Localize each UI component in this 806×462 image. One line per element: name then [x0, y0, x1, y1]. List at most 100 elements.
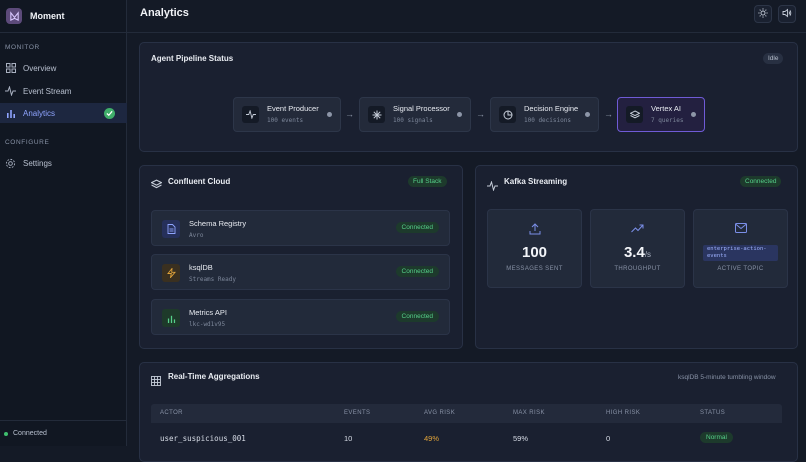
- logo-icon: [6, 8, 22, 24]
- service-sub: lkc-wd1v95: [189, 321, 226, 328]
- bolt-icon: [162, 264, 180, 282]
- stat-label: THROUGHPUT: [614, 266, 661, 272]
- sidebar: Moment MONITOR Overview Event Stream Ana…: [0, 0, 127, 446]
- upload-icon: [488, 223, 581, 235]
- cell-max-risk: 59%: [513, 434, 529, 443]
- node-status-dot: [457, 112, 462, 117]
- pipeline-arrow-icon: →: [476, 109, 485, 119]
- layers-icon: [150, 177, 163, 195]
- theme-toggle-button[interactable]: [754, 5, 772, 23]
- node-title: Decision Engine: [524, 104, 579, 113]
- mail-icon: [694, 223, 787, 233]
- stat-value: 100: [521, 244, 548, 261]
- cell-avg-risk: 49%: [424, 434, 440, 443]
- column-header[interactable]: AVG RISK: [424, 410, 455, 416]
- sun-icon: [758, 5, 768, 23]
- cell-high-risk: 0: [606, 434, 611, 443]
- kafka-badge: Connected: [740, 176, 782, 187]
- header: Analytics: [127, 0, 806, 33]
- column-header[interactable]: HIGH RISK: [606, 410, 640, 416]
- stat-label: ACTIVE TOPIC: [717, 266, 764, 272]
- table-header: ACTOR EVENTS AVG RISK MAX RISK HIGH RISK…: [151, 404, 782, 423]
- service-row-schema-registry[interactable]: Schema Registry Avro Connected: [151, 210, 450, 246]
- section-label-monitor: MONITOR: [5, 44, 40, 51]
- service-status-badge: Connected: [395, 222, 439, 233]
- sound-toggle-button[interactable]: [778, 5, 796, 23]
- table-icon: [151, 373, 161, 391]
- service-name: Metrics API: [189, 308, 227, 317]
- grid-icon: [5, 63, 16, 74]
- column-header[interactable]: ACTOR: [160, 410, 183, 416]
- sidebar-item-label: Event Stream: [23, 86, 72, 96]
- sparkle-icon: [368, 106, 385, 123]
- sidebar-item-overview[interactable]: Overview: [0, 58, 127, 78]
- column-header[interactable]: EVENTS: [344, 410, 370, 416]
- status-dot-icon: [4, 431, 8, 436]
- cell-actor: user_suspicious_001: [160, 434, 246, 443]
- pipeline-node-decision-engine[interactable]: Decision Engine 100 decisions: [490, 97, 599, 132]
- bar-chart-icon: [5, 108, 16, 119]
- stat-unit: /s: [644, 250, 652, 259]
- service-row-ksqldb[interactable]: ksqlDB Streams Ready Connected: [151, 254, 450, 290]
- sidebar-item-label: Overview: [23, 63, 57, 73]
- node-subtitle: 7 queries: [651, 117, 684, 124]
- pie-icon: [499, 106, 516, 123]
- status-badge: Normal: [700, 432, 733, 443]
- stat-value: 3.4/s: [623, 244, 652, 261]
- pipeline-node-signal-processor[interactable]: Signal Processor 100 signals: [359, 97, 471, 132]
- speaker-icon: [782, 5, 792, 23]
- pipeline-node-vertex-ai[interactable]: Vertex AI 7 queries: [617, 97, 705, 132]
- column-header[interactable]: STATUS: [700, 410, 725, 416]
- stat-label: MESSAGES SENT: [506, 266, 563, 272]
- node-status-dot: [585, 112, 590, 117]
- layers-icon: [626, 106, 643, 123]
- sidebar-item-label: Settings: [23, 158, 52, 168]
- service-row-metrics-api[interactable]: Metrics API lkc-wd1v95 Connected: [151, 299, 450, 335]
- activity-icon: [5, 86, 16, 97]
- pipeline-title: Agent Pipeline Status: [151, 54, 234, 63]
- activity-icon: [487, 178, 498, 196]
- bar-chart-icon: [162, 309, 180, 327]
- sidebar-item-settings[interactable]: Settings: [0, 153, 127, 173]
- aggregations-title: Real-Time Aggregations: [168, 372, 260, 381]
- active-topic-value: enterprise-action-events: [703, 245, 778, 261]
- activity-icon: [242, 106, 259, 123]
- pipeline-arrow-icon: →: [604, 109, 613, 119]
- node-status-dot: [327, 112, 332, 117]
- pipeline-status-badge: Idle: [763, 53, 784, 64]
- app-name: Moment: [30, 11, 65, 21]
- service-sub: Avro: [189, 232, 204, 239]
- node-status-dot: [691, 112, 696, 117]
- service-sub: Streams Ready: [189, 276, 236, 283]
- node-title: Vertex AI: [651, 104, 682, 113]
- cell-events: 10: [344, 434, 353, 443]
- page-title: Analytics: [140, 7, 189, 19]
- brand[interactable]: Moment: [0, 0, 126, 33]
- node-subtitle: 100 events: [267, 117, 304, 124]
- document-icon: [162, 220, 180, 238]
- service-status-badge: Connected: [395, 311, 439, 322]
- stat-throughput: 3.4/s THROUGHPUT: [590, 209, 685, 288]
- aggregations-subtitle: ksqlDB 5-minute tumbling window: [678, 374, 776, 381]
- section-label-configure: CONFIGURE: [5, 139, 50, 146]
- kafka-title: Kafka Streaming: [504, 177, 568, 186]
- trending-up-icon: [591, 223, 684, 233]
- connection-status-label: Connected: [13, 430, 47, 437]
- node-subtitle: 100 signals: [393, 117, 433, 124]
- confluent-badge: Full Stack: [408, 176, 447, 187]
- node-title: Signal Processor: [393, 104, 450, 113]
- column-header[interactable]: MAX RISK: [513, 410, 545, 416]
- sidebar-item-analytics[interactable]: Analytics: [0, 103, 127, 123]
- pipeline-node-event-producer[interactable]: Event Producer 100 events: [233, 97, 341, 132]
- connection-status: Connected: [0, 420, 127, 446]
- stat-messages-sent: 100 MESSAGES SENT: [487, 209, 582, 288]
- node-title: Event Producer: [267, 104, 319, 113]
- sidebar-item-event-stream[interactable]: Event Stream: [0, 81, 127, 101]
- confluent-title: Confluent Cloud: [168, 177, 231, 186]
- service-name: ksqlDB: [189, 263, 213, 272]
- service-status-badge: Connected: [395, 266, 439, 277]
- sidebar-item-label: Analytics: [23, 108, 56, 118]
- node-subtitle: 100 decisions: [524, 117, 571, 124]
- pipeline-arrow-icon: →: [345, 109, 354, 119]
- service-name: Schema Registry: [189, 219, 247, 228]
